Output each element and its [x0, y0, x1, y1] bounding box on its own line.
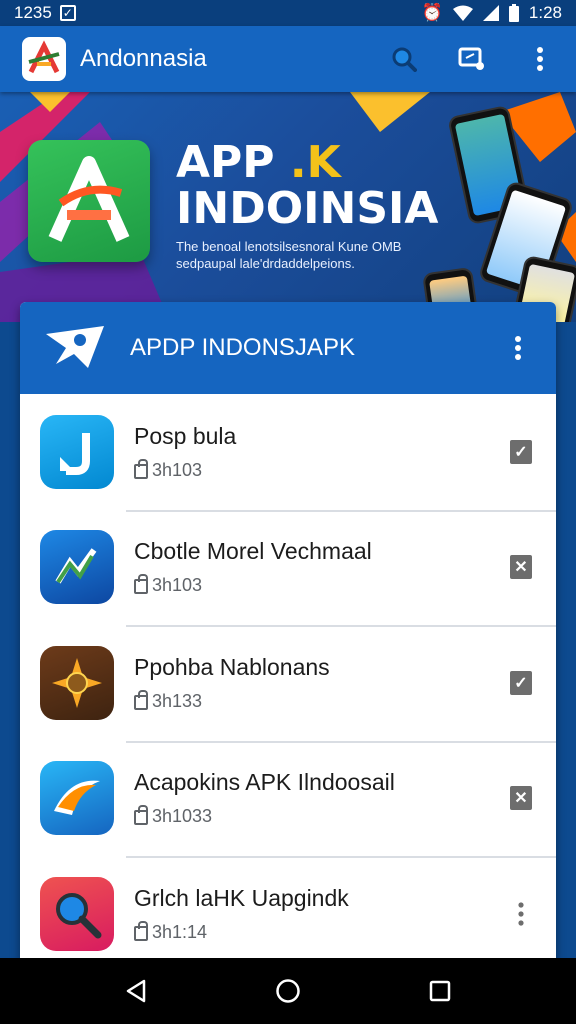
- more-vert-icon: [515, 336, 521, 360]
- apk-list-card: APDP INDONSJAPK Posp bula 3h103 ✓ Cbotle…: [20, 302, 556, 962]
- list-item[interactable]: Cbotle Morel Vechmaal 3h103 ✕: [20, 509, 556, 626]
- app-meta: 3h103: [152, 575, 203, 596]
- overflow-menu-button[interactable]: [520, 39, 560, 79]
- list-item[interactable]: Posp bula 3h103 ✓: [20, 394, 556, 510]
- banner-title: APP .K INDOINSIA: [176, 140, 438, 232]
- recents-button[interactable]: [420, 971, 460, 1011]
- close-icon: ✕: [514, 559, 528, 577]
- lock-icon: [134, 574, 148, 595]
- search-icon: [392, 47, 417, 72]
- status-time-right: 1:28: [528, 3, 562, 22]
- alarm-icon: ⏰: [421, 3, 443, 22]
- list-item[interactable]: Grlch laHK Uapgindk 3h1:14: [20, 856, 556, 962]
- promo-banner[interactable]: APP .K INDOINSIA The benoal lenotsilsesn…: [0, 92, 576, 322]
- app-logo-icon: [28, 40, 60, 74]
- lock-icon: [134, 805, 148, 826]
- close-button[interactable]: ✕: [510, 555, 532, 580]
- app-name: Grlch laHK Uapgindk: [134, 884, 349, 911]
- banner-title-line2: INDOINSIA: [176, 183, 439, 234]
- arrow-app-icon: [40, 414, 114, 489]
- signal-icon: [482, 5, 499, 21]
- lock-icon: [134, 920, 148, 941]
- app-meta: 3h1033: [152, 806, 213, 827]
- app-bar: Andonnasia: [0, 26, 576, 92]
- share-icon: [458, 47, 484, 70]
- check-button[interactable]: ✓: [510, 670, 532, 695]
- banner-logo-icon: [28, 140, 150, 262]
- more-vert-icon: [537, 47, 543, 71]
- banner-title-b: .K: [289, 137, 341, 188]
- app-meta: 3h1:14: [152, 921, 208, 942]
- check-icon: ✓: [514, 674, 528, 692]
- system-nav-bar: [0, 958, 576, 1024]
- home-button[interactable]: [268, 971, 308, 1011]
- recents-square-icon: [429, 980, 451, 1002]
- close-icon: ✕: [514, 790, 528, 808]
- back-button[interactable]: [116, 971, 156, 1011]
- list-item[interactable]: Ppohba Nablonans 3h133 ✓: [20, 625, 556, 741]
- banner-title-a: APP: [176, 137, 275, 188]
- share-button[interactable]: [452, 39, 492, 79]
- app-name: Ppohba Nablonans: [134, 653, 330, 680]
- card-menu-button[interactable]: [498, 328, 538, 368]
- card-title: APDP INDONSJAPK: [130, 334, 355, 361]
- check-button[interactable]: ✓: [510, 439, 532, 464]
- compass-app-icon: [40, 645, 114, 720]
- chart-app-icon: [40, 530, 114, 605]
- search-app-icon: [40, 876, 114, 951]
- list-item[interactable]: Acapokins APK Ilndoosail 3h1033 ✕: [20, 740, 556, 857]
- lock-icon: [134, 458, 148, 479]
- check-icon: ✓: [514, 443, 528, 461]
- app-name: Posp bula: [134, 422, 237, 449]
- app-title: Andonnasia: [80, 45, 207, 72]
- swoosh-app-icon: [40, 761, 114, 836]
- more-vert-icon: [518, 902, 524, 926]
- lock-icon: [134, 689, 148, 710]
- app-meta: 3h133: [152, 690, 203, 711]
- app-logo: [22, 37, 66, 81]
- app-name: Cbotle Morel Vechmaal: [134, 538, 372, 565]
- bird-logo-icon: [46, 326, 104, 368]
- notification-check-icon: ✓: [59, 5, 76, 21]
- item-menu-button[interactable]: [510, 902, 532, 926]
- app-list: Posp bula 3h103 ✓ Cbotle Morel Vechmaal …: [20, 394, 556, 962]
- close-button[interactable]: ✕: [510, 786, 532, 811]
- status-time-left: 1235: [14, 3, 52, 22]
- back-triangle-icon: [126, 979, 146, 1003]
- app-name: Acapokins APK Ilndoosail: [134, 769, 395, 796]
- app-meta: 3h103: [152, 459, 203, 480]
- card-header: APDP INDONSJAPK: [20, 302, 556, 394]
- banner-subtitle: The benoal lenotsilsesnoral Kune OMB sed…: [176, 239, 402, 271]
- wifi-icon: [452, 5, 473, 21]
- status-bar: 1235 ✓ ⏰ 1:28: [0, 0, 576, 26]
- home-circle-icon: [276, 979, 300, 1003]
- battery-icon: [508, 4, 519, 22]
- search-button[interactable]: [384, 39, 424, 79]
